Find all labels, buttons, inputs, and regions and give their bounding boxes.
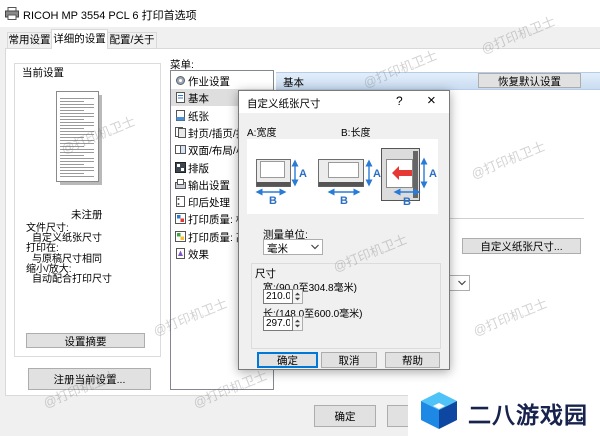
menu-item-label: 纸张 — [188, 110, 209, 123]
dimension-a-letter: A — [299, 168, 307, 180]
length-input[interactable] — [263, 316, 293, 331]
menu-item-label: 输出设置 — [188, 179, 230, 192]
dialog-help-button[interactable]: 帮助 — [385, 352, 440, 368]
printer-icon — [5, 7, 19, 20]
close-icon[interactable]: × — [427, 92, 436, 109]
cube-logo-icon — [421, 392, 457, 429]
chevron-down-icon — [458, 280, 466, 286]
register-current-settings-button[interactable]: 注册当前设置... — [28, 368, 151, 390]
dimension-b-letter: B — [269, 195, 277, 207]
tray-diagram-1: A B — [255, 159, 307, 207]
menu-item-label: 印后处理 — [188, 197, 230, 210]
custom-paper-size-dialog[interactable]: 自定义纸张尺寸 ? × A:宽度 B:长度 A B A B A B 测量单位: … — [238, 90, 450, 370]
dimension-b-letter: B — [340, 195, 348, 207]
dimension-a-letter: A — [373, 168, 381, 180]
custom-paper-size-button[interactable]: 自定义纸张尺寸... — [462, 238, 581, 254]
width-a-caption: A:宽度 — [247, 128, 277, 139]
settings-summary-button[interactable]: 设置摘要 — [26, 333, 145, 348]
imposition-icon — [175, 161, 186, 173]
menu-item-label: 作业设置 — [188, 76, 230, 88]
dimension-a-letter: A — [429, 168, 437, 180]
finishing-icon — [176, 196, 185, 208]
effects-icon — [176, 248, 185, 259]
tray-diagram-2: A B — [318, 159, 381, 207]
menu-item-label: 排版 — [188, 162, 209, 175]
restore-defaults-button[interactable]: 恢复默认设置 — [478, 73, 581, 88]
chevron-down-icon — [311, 244, 319, 250]
current-settings-title: 当前设置 — [22, 67, 64, 79]
window-title: RICOH MP 3554 PCL 6 打印首选项 — [23, 10, 197, 22]
print-quality-standard-icon — [175, 213, 186, 225]
print-quality-advanced-icon — [175, 230, 186, 242]
bypass-tray-diagram: A B — [381, 148, 437, 208]
measurement-unit-value: 毫米 — [267, 243, 288, 255]
document-preview-image — [56, 91, 102, 185]
menu-item-label: 效果 — [188, 249, 209, 261]
dialog-cancel-button[interactable]: 取消 — [321, 352, 377, 368]
width-input[interactable] — [263, 289, 293, 304]
tab-configuration-about[interactable]: 配置/关于 — [107, 32, 157, 49]
measurement-unit-select[interactable]: 毫米 — [263, 239, 323, 255]
ok-button[interactable]: 确定 — [314, 405, 376, 427]
menu-item-job-settings[interactable]: 作业设置 — [171, 72, 273, 89]
basic-settings-icon — [176, 92, 185, 104]
panel-header-title: 基本 — [283, 77, 304, 89]
length-stepper[interactable] — [293, 316, 303, 331]
dialog-title: 自定义纸张尺寸 — [247, 98, 321, 110]
window-titlebar: RICOH MP 3554 PCL 6 打印首选项 — [0, 0, 600, 27]
job-settings-icon — [176, 76, 185, 85]
tab-common-settings[interactable]: 常用设置 — [7, 32, 52, 49]
site-logo: 二八游戏园 — [408, 383, 600, 436]
paper-orientation-illustration: A B A B A B — [247, 139, 438, 214]
scale-value: 自动配合打印尺寸 — [32, 274, 112, 286]
dialog-ok-button[interactable]: 确定 — [257, 352, 318, 368]
menu-item-label: 基本 — [188, 93, 209, 106]
registration-status: 未注册 — [71, 209, 103, 221]
logo-text: 二八游戏园 — [468, 402, 588, 428]
duplex-layout-icon — [175, 145, 186, 155]
paper-icon — [176, 109, 185, 121]
width-stepper[interactable] — [293, 289, 303, 304]
cover-insert-icon — [175, 126, 186, 138]
panel-separator — [450, 218, 584, 219]
length-b-caption: B:长度 — [341, 128, 371, 139]
output-settings-icon — [175, 178, 186, 189]
dimension-b-letter: B — [403, 196, 411, 208]
tab-detailed-settings[interactable]: 详细的设置 — [51, 29, 108, 49]
help-icon[interactable]: ? — [396, 94, 403, 108]
current-settings-summary: 文件尺寸: 自定义纸张尺寸 打印在: 与原稿尺寸相同 缩小/放大: 自动配合打印… — [26, 223, 112, 286]
